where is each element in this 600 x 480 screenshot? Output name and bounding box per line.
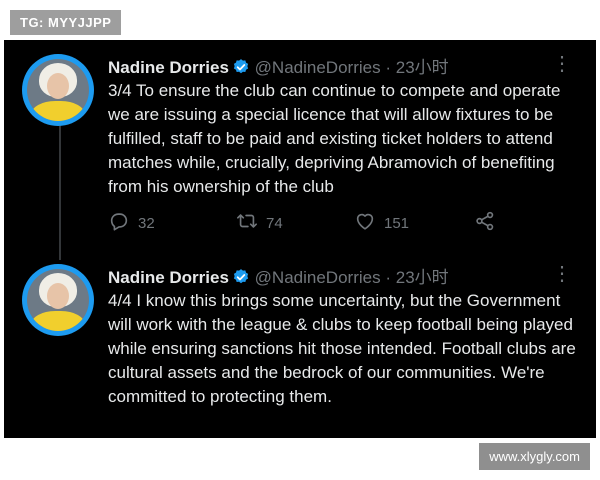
author-handle[interactable]: @NadineDorries: [255, 58, 381, 77]
tweet-text: 4/4 I know this brings some uncertainty,…: [108, 291, 576, 406]
like-button[interactable]: 151: [354, 210, 409, 236]
retweet-button[interactable]: 74: [236, 210, 283, 236]
tweet-header: Nadine Dorries @NadineDorries · 23小时: [108, 263, 449, 291]
source-tag-badge: TG: MYYJJPP: [10, 10, 122, 35]
author-name[interactable]: Nadine Dorries: [108, 58, 229, 77]
verified-badge-icon: [232, 58, 250, 81]
reply-button[interactable]: 32: [108, 210, 155, 236]
author-name[interactable]: Nadine Dorries: [108, 268, 229, 287]
retweet-icon: [236, 210, 258, 236]
retweet-count: 74: [266, 214, 283, 232]
avatar[interactable]: [22, 264, 94, 336]
like-count: 151: [384, 214, 410, 232]
time-separator: ·: [385, 268, 391, 287]
tweet-timestamp[interactable]: 23小时: [396, 268, 449, 287]
reply-count: 32: [138, 214, 155, 232]
heart-icon: [354, 210, 376, 236]
reply-icon: [108, 210, 130, 236]
more-options-icon[interactable]: ⋮: [552, 264, 572, 284]
avatar[interactable]: [22, 54, 94, 126]
tweet-actions: 32 74 151: [108, 210, 508, 234]
site-watermark: www.xlygly.com: [479, 443, 590, 470]
tweet-text: 3/4 To ensure the club can continue to c…: [108, 81, 561, 196]
thread-connector-line: [59, 124, 61, 260]
share-icon: [474, 210, 496, 236]
author-handle[interactable]: @NadineDorries: [255, 268, 381, 287]
verified-badge-icon: [232, 268, 250, 291]
tweet-thread-panel: Nadine Dorries @NadineDorries · 23小时 ⋮ 3…: [4, 40, 596, 438]
share-button[interactable]: [474, 210, 496, 236]
tweet-timestamp[interactable]: 23小时: [396, 58, 449, 77]
more-options-icon[interactable]: ⋮: [552, 54, 572, 74]
time-separator: ·: [385, 58, 391, 77]
tweet-header: Nadine Dorries @NadineDorries · 23小时: [108, 53, 449, 81]
